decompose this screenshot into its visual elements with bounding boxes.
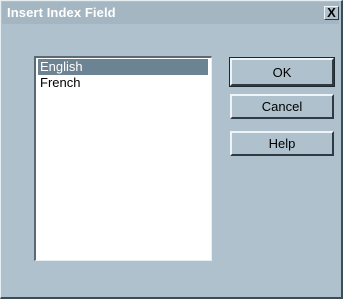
insert-index-field-dialog: Insert Index Field X English French OK C… bbox=[0, 0, 343, 299]
language-listbox[interactable]: English French bbox=[34, 56, 212, 261]
ok-button[interactable]: OK bbox=[229, 57, 335, 87]
title-bar[interactable]: Insert Index Field X bbox=[2, 2, 339, 24]
dialog-title: Insert Index Field bbox=[7, 5, 116, 20]
cancel-button[interactable]: Cancel bbox=[230, 94, 334, 119]
list-item-french[interactable]: French bbox=[38, 75, 208, 91]
close-button[interactable]: X bbox=[324, 6, 339, 20]
list-item-english[interactable]: English bbox=[38, 59, 208, 75]
close-icon: X bbox=[327, 5, 336, 20]
help-button[interactable]: Help bbox=[230, 131, 334, 156]
